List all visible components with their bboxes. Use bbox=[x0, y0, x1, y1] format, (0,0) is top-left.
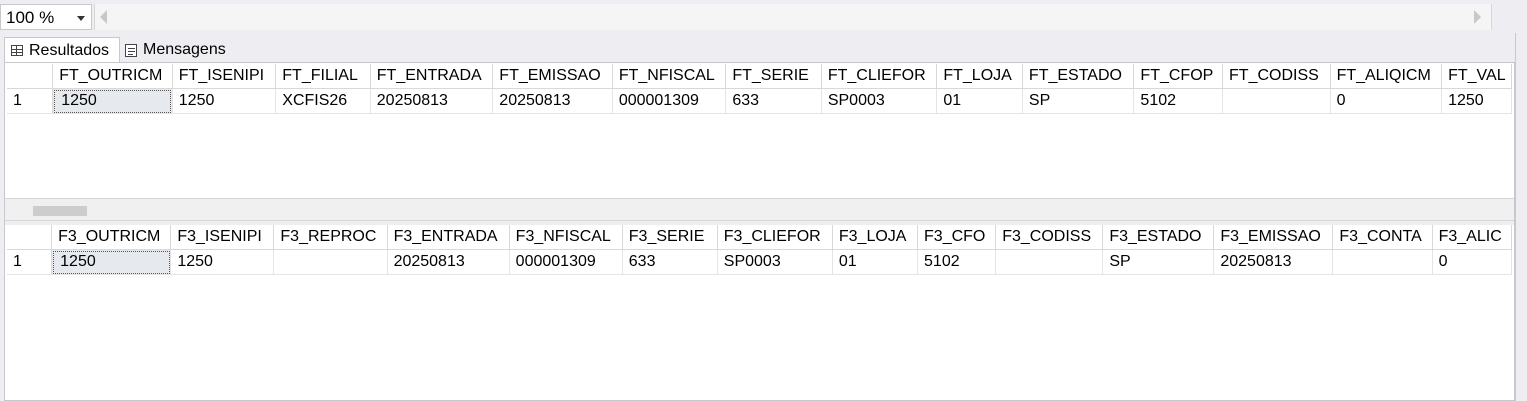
scrollbar-thumb[interactable] bbox=[33, 206, 87, 216]
right-vertical-scrollbar[interactable] bbox=[1515, 33, 1527, 401]
row-header-corner[interactable] bbox=[7, 64, 54, 89]
messages-icon bbox=[125, 43, 137, 57]
table-cell[interactable]: 0 bbox=[1432, 249, 1512, 275]
column-header[interactable]: FT_CFOP bbox=[1133, 64, 1224, 89]
zoom-value: 100 % bbox=[6, 8, 55, 27]
table-cell[interactable]: 000001309 bbox=[612, 88, 727, 114]
column-header[interactable]: FT_ISENIPI bbox=[172, 64, 277, 89]
column-header[interactable]: F3_NFISCAL bbox=[509, 225, 623, 250]
row-header-corner[interactable] bbox=[7, 225, 53, 250]
table-cell[interactable]: 1250 bbox=[170, 249, 275, 275]
column-header[interactable]: FT_SERIE bbox=[725, 64, 822, 89]
column-header[interactable]: F3_REPROC bbox=[273, 225, 388, 250]
table-cell[interactable]: 633 bbox=[622, 249, 718, 275]
row-number[interactable]: 1 bbox=[7, 249, 53, 275]
table-cell[interactable]: XCFIS26 bbox=[275, 88, 371, 114]
column-header[interactable]: FT_ALIQICM bbox=[1330, 64, 1443, 89]
column-header[interactable]: F3_ENTRADA bbox=[387, 225, 510, 250]
table-cell[interactable] bbox=[995, 249, 1104, 275]
tab-messages[interactable]: Mensagens bbox=[121, 38, 235, 62]
column-header[interactable]: F3_CFO bbox=[917, 225, 997, 250]
table-cell[interactable]: 633 bbox=[725, 88, 822, 114]
results-pane: FT_OUTRICM FT_ISENIPI FT_FILIAL FT_ENTRA… bbox=[4, 62, 1515, 401]
column-header[interactable]: FT_EMISSAO bbox=[492, 64, 613, 89]
column-header[interactable]: FT_CLIEFOR bbox=[821, 64, 938, 89]
column-header[interactable]: F3_SERIE bbox=[622, 225, 718, 250]
scroll-right-arrow-icon[interactable] bbox=[1474, 10, 1481, 24]
table-cell[interactable]: 20250813 bbox=[1213, 249, 1334, 275]
table-cell[interactable]: 01 bbox=[832, 249, 919, 275]
table-cell-selected[interactable]: 1250 bbox=[51, 249, 172, 275]
grid-horizontal-scrollbar[interactable] bbox=[5, 198, 1514, 221]
results-grid-f3[interactable]: F3_OUTRICM F3_ISENIPI F3_REPROC F3_ENTRA… bbox=[7, 225, 1512, 400]
table-cell[interactable]: 0 bbox=[1330, 88, 1443, 114]
column-header[interactable]: FT_ENTRADA bbox=[370, 64, 494, 89]
grid-header-row: F3_OUTRICM F3_ISENIPI F3_REPROC F3_ENTRA… bbox=[7, 225, 1512, 250]
table-cell[interactable]: SP0003 bbox=[717, 249, 833, 275]
table-cell[interactable]: 000001309 bbox=[509, 249, 623, 275]
table-cell[interactable]: 20250813 bbox=[387, 249, 510, 275]
results-grid-ft[interactable]: FT_OUTRICM FT_ISENIPI FT_FILIAL FT_ENTRA… bbox=[7, 64, 1512, 197]
table-cell[interactable] bbox=[273, 249, 388, 275]
column-header[interactable]: F3_CODISS bbox=[995, 225, 1104, 250]
table-cell[interactable] bbox=[1222, 88, 1331, 114]
table-cell[interactable]: SP bbox=[1022, 88, 1135, 114]
zoom-toolbar: 100 % bbox=[0, 0, 1527, 33]
table-cell[interactable]: 01 bbox=[936, 88, 1023, 114]
column-header[interactable]: FT_CODISS bbox=[1222, 64, 1331, 89]
column-header[interactable]: FT_OUTRICM bbox=[52, 64, 173, 89]
table-cell[interactable]: 1250 bbox=[172, 88, 277, 114]
column-header[interactable]: F3_OUTRICM bbox=[51, 225, 172, 250]
table-cell[interactable]: 20250813 bbox=[492, 88, 613, 114]
table-cell[interactable]: SP0003 bbox=[821, 88, 938, 114]
chevron-down-icon[interactable] bbox=[77, 16, 85, 21]
row-number[interactable]: 1 bbox=[7, 88, 54, 114]
column-header[interactable]: FT_VAL bbox=[1441, 64, 1512, 89]
table-row[interactable]: 1 1250 1250 XCFIS26 20250813 20250813 00… bbox=[7, 88, 1512, 114]
column-header[interactable]: FT_FILIAL bbox=[275, 64, 371, 89]
table-cell[interactable]: 20250813 bbox=[370, 88, 494, 114]
top-horizontal-scrollbar[interactable] bbox=[94, 4, 1492, 30]
column-header[interactable]: F3_CLIEFOR bbox=[717, 225, 833, 250]
column-header[interactable]: F3_EMISSAO bbox=[1213, 225, 1334, 250]
tab-messages-label: Mensagens bbox=[143, 41, 226, 58]
column-header[interactable]: FT_ESTADO bbox=[1022, 64, 1135, 89]
column-header[interactable]: F3_ESTADO bbox=[1102, 225, 1215, 250]
grid-icon bbox=[11, 45, 23, 56]
column-header[interactable]: FT_LOJA bbox=[936, 64, 1023, 89]
table-cell[interactable]: 5102 bbox=[1133, 88, 1224, 114]
tab-results[interactable]: Resultados bbox=[4, 37, 120, 63]
column-header[interactable]: F3_LOJA bbox=[832, 225, 919, 250]
table-cell-selected[interactable]: 1250 bbox=[52, 88, 173, 114]
column-header[interactable]: F3_ISENIPI bbox=[170, 225, 275, 250]
column-header[interactable]: F3_ALIC bbox=[1432, 225, 1512, 250]
grid-header-row: FT_OUTRICM FT_ISENIPI FT_FILIAL FT_ENTRA… bbox=[7, 64, 1512, 89]
table-row[interactable]: 1 1250 1250 20250813 000001309 633 SP000… bbox=[7, 249, 1512, 275]
scroll-left-arrow-icon[interactable] bbox=[100, 10, 107, 24]
table-cell[interactable]: 5102 bbox=[917, 249, 997, 275]
column-header[interactable]: FT_NFISCAL bbox=[612, 64, 727, 89]
tab-results-label: Resultados bbox=[29, 41, 110, 59]
zoom-dropdown[interactable]: 100 % bbox=[0, 4, 92, 30]
column-header[interactable]: F3_CONTA bbox=[1332, 225, 1433, 250]
table-cell[interactable]: SP bbox=[1102, 249, 1215, 275]
table-cell[interactable]: 1250 bbox=[1441, 88, 1512, 114]
table-cell[interactable] bbox=[1332, 249, 1433, 275]
